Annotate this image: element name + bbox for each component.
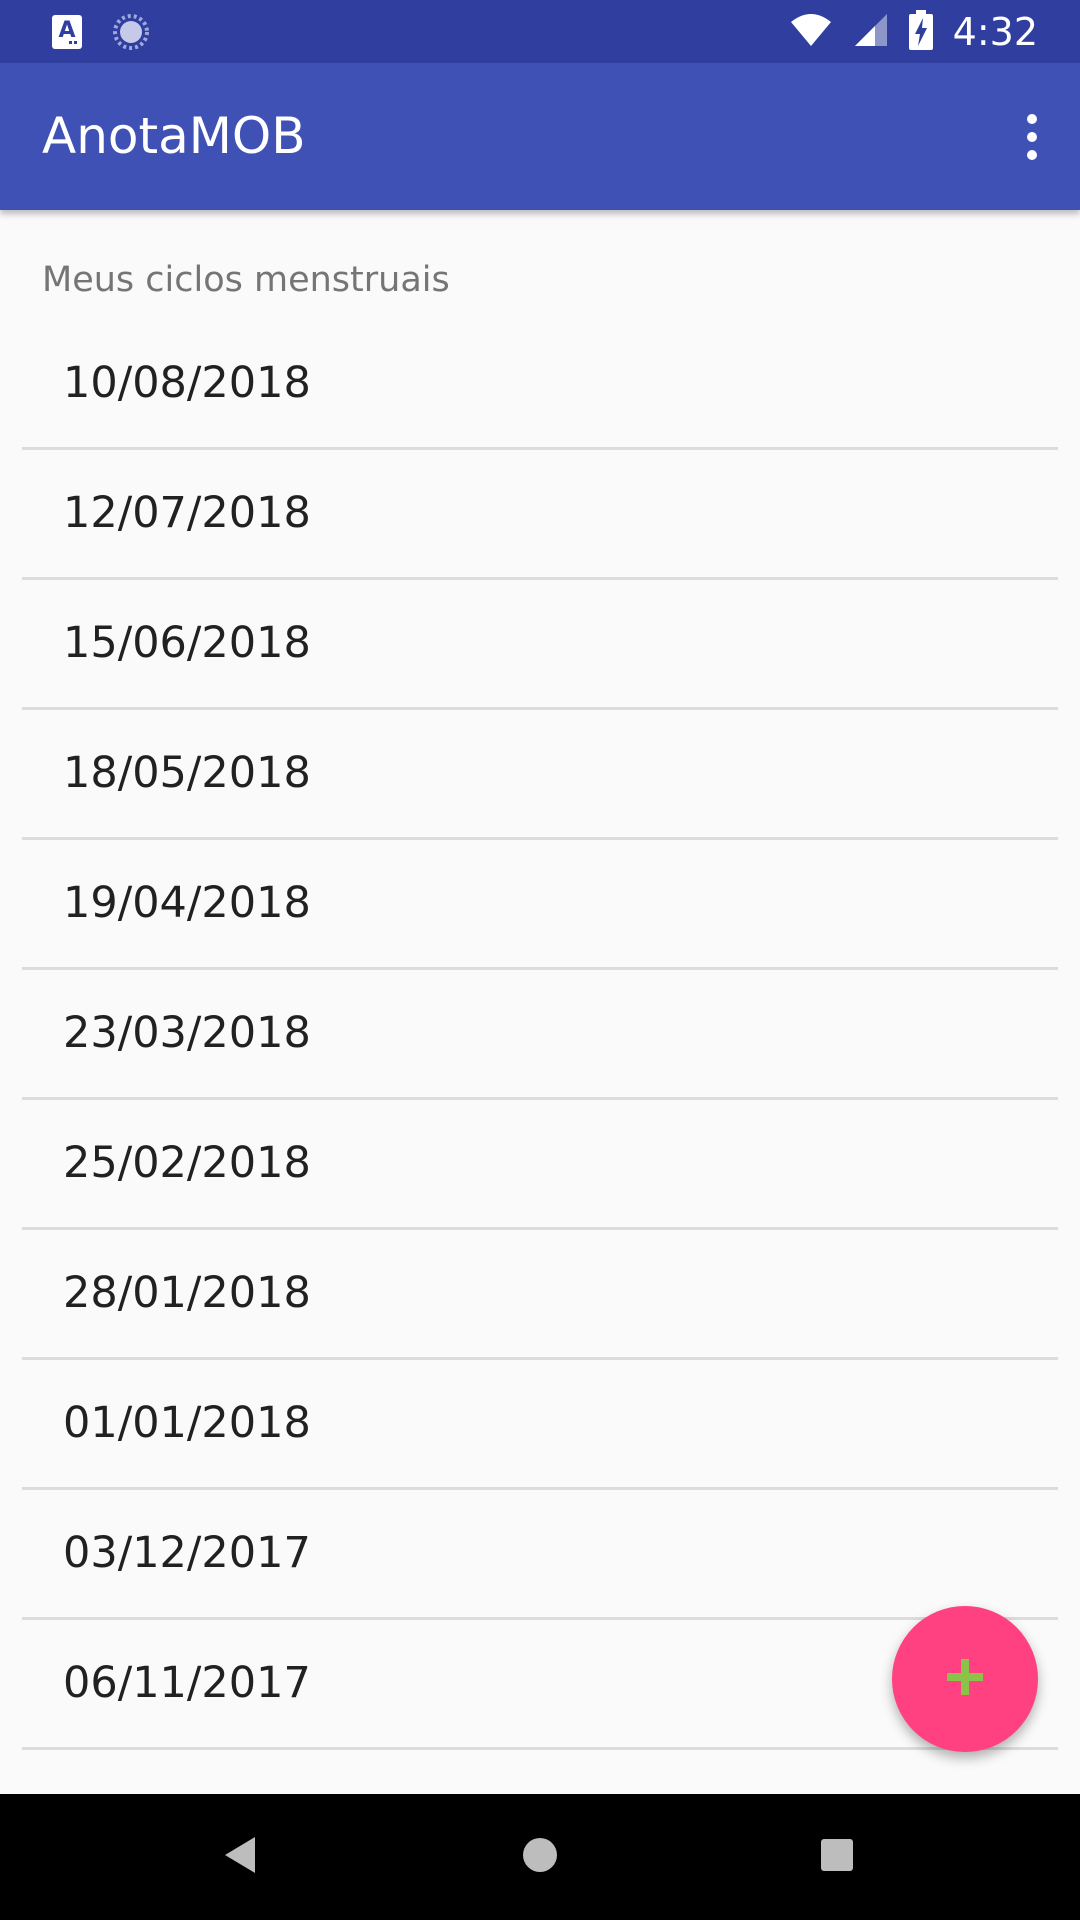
battery-charging-icon [908,9,933,54]
app-title: AnotaMOB [42,107,306,165]
cycle-date: 18/05/2018 [63,748,311,798]
recents-icon [820,1838,854,1876]
list-item[interactable]: 12/07/2018 [22,450,1058,580]
cycle-date: 10/08/2018 [63,358,311,408]
section-title: Meus ciclos menstruais [42,260,450,300]
accessibility-a-icon: A [52,15,82,53]
status-right: 4:32 [789,0,1038,63]
nav-bar [0,1794,1080,1920]
recents-button[interactable] [800,1820,874,1894]
cycle-date: 06/11/2017 [63,1658,311,1708]
status-clock: 4:32 [952,9,1038,54]
add-cycle-button[interactable] [892,1606,1038,1752]
home-button[interactable] [503,1820,577,1894]
cycle-date: 09/10/2017 [63,1750,311,1794]
list-item[interactable]: 19/04/2018 [22,840,1058,970]
status-bar: A 4:32 [0,0,1080,63]
list-item[interactable]: 10/08/2018 [22,320,1058,450]
list-item[interactable]: 01/01/2018 [22,1360,1058,1490]
list-item[interactable]: 28/01/2018 [22,1230,1058,1360]
more-options-button[interactable] [1002,100,1062,174]
cycle-date: 03/12/2017 [63,1528,311,1578]
cell-signal-icon [853,12,889,52]
svg-text:A: A [58,18,75,43]
list-item[interactable]: 25/02/2018 [22,1100,1058,1230]
cycles-list: 10/08/2018 12/07/2018 15/06/2018 18/05/2… [22,320,1058,1794]
cycle-date: 25/02/2018 [63,1138,311,1188]
cycle-date: 15/06/2018 [63,618,311,668]
cycle-date: 12/07/2018 [63,488,311,538]
cycle-date: 01/01/2018 [63,1398,311,1448]
sync-spinner-icon [112,13,150,55]
cycles-content[interactable]: Meus ciclos menstruais 10/08/2018 12/07/… [0,210,1080,1794]
back-icon [223,1835,259,1879]
wifi-icon [789,12,833,52]
status-left: A [52,13,150,55]
cycle-date: 19/04/2018 [63,878,311,928]
list-item[interactable]: 15/06/2018 [22,580,1058,710]
more-vert-icon [1027,114,1037,124]
list-item[interactable]: 18/05/2018 [22,710,1058,840]
list-item[interactable]: 03/12/2017 [22,1490,1058,1620]
cycle-date: 28/01/2018 [63,1268,311,1318]
list-item[interactable]: 23/03/2018 [22,970,1058,1100]
home-icon [521,1836,559,1878]
back-button[interactable] [204,1820,278,1894]
plus-icon [945,1657,985,1701]
app-bar: AnotaMOB [0,63,1080,210]
cycle-date: 23/03/2018 [63,1008,311,1058]
list-item[interactable]: 09/10/2017 [22,1750,1058,1794]
